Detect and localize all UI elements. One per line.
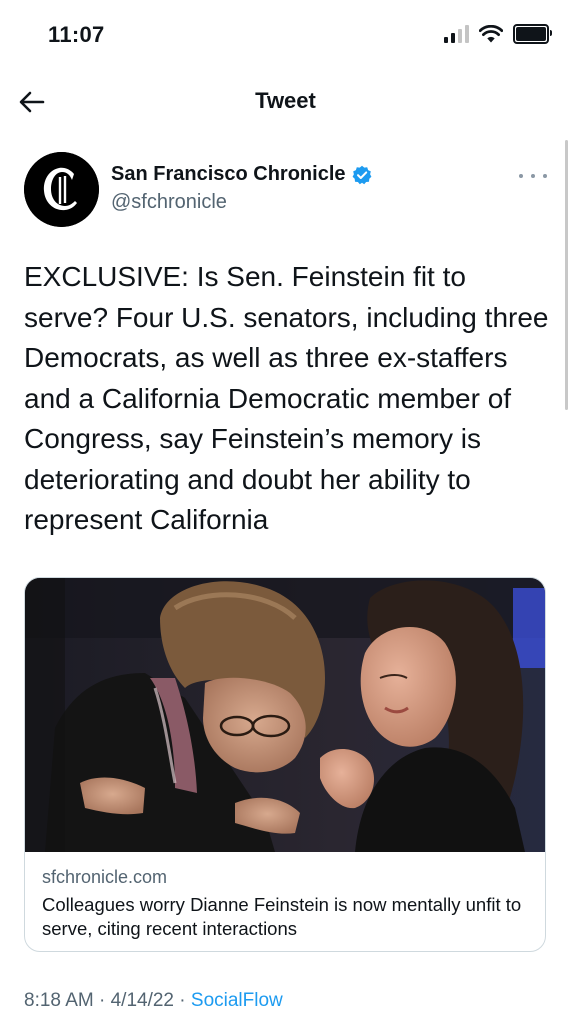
status-bar: 11:07 — [0, 0, 571, 72]
author-name-text: San Francisco Chronicle — [111, 163, 346, 185]
status-icons — [444, 24, 552, 44]
more-dot-icon — [519, 174, 523, 178]
avatar[interactable] — [24, 152, 99, 227]
author-handle[interactable]: @sfchronicle — [111, 191, 227, 214]
chronicle-logo — [24, 152, 99, 227]
status-time: 11:07 — [48, 22, 105, 47]
link-card[interactable]: sfchronicle.com Colleagues worry Dianne … — [24, 577, 546, 952]
wifi-icon — [479, 25, 503, 43]
card-image — [25, 578, 545, 852]
scrollbar[interactable] — [565, 140, 568, 410]
author-name[interactable]: San Francisco Chronicle — [111, 163, 372, 186]
meta-separator: · — [99, 990, 106, 1011]
page-title: Tweet — [255, 88, 316, 113]
tweet-text: EXCLUSIVE: Is Sen. Feinstein fit to serv… — [24, 261, 549, 535]
card-title: Colleagues worry Dianne Feinstein is now… — [42, 894, 522, 939]
more-dot-icon — [531, 174, 535, 178]
more-dot-icon — [543, 174, 547, 178]
tweet-meta: 8:18 AM · 4/14/22 · SocialFlow — [24, 990, 283, 1012]
verified-badge-icon — [352, 165, 371, 184]
top-nav: Tweet — [0, 72, 571, 132]
signal-icon — [444, 25, 469, 43]
meta-separator: · — [179, 990, 186, 1011]
tweet-source-link[interactable]: SocialFlow — [191, 990, 283, 1011]
more-options-button[interactable] — [519, 166, 547, 186]
tweet-time: 8:18 AM — [24, 990, 94, 1011]
tweet-date: 4/14/22 — [110, 990, 175, 1011]
battery-icon — [513, 24, 552, 44]
card-domain: sfchronicle.com — [42, 867, 168, 887]
